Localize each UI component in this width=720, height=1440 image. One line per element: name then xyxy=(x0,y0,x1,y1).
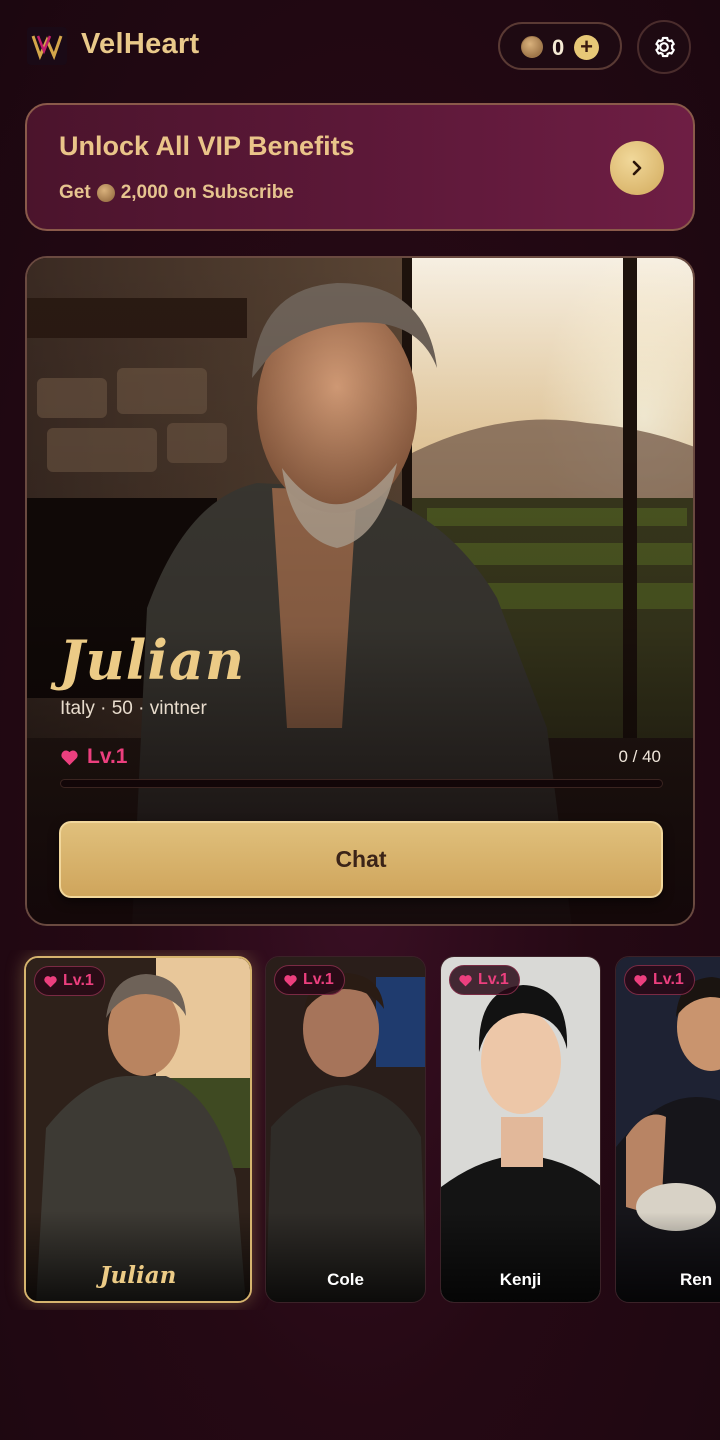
card-level-badge: Lv.1 xyxy=(274,965,345,995)
heart-icon xyxy=(61,750,78,765)
card-name: Kenji xyxy=(499,1270,542,1289)
card-name: Ren xyxy=(680,1270,713,1289)
app-title: VelHeart xyxy=(81,28,200,60)
vip-banner[interactable]: Unlock All VIP Benefits Get 2,000 on Sub… xyxy=(25,103,695,231)
affinity-progress-bar xyxy=(60,779,663,788)
vip-arrow-button[interactable] xyxy=(610,141,664,195)
heart-icon xyxy=(44,975,57,987)
coin-count: 0 xyxy=(552,35,565,60)
character-card-julian[interactable]: Lv.1 Julian xyxy=(24,956,252,1303)
heart-icon xyxy=(284,974,297,986)
hero-level-badge: Lv.1 xyxy=(60,745,127,769)
character-card-kenji[interactable]: Lv.1 Kenji xyxy=(440,956,601,1303)
coin-icon xyxy=(96,184,115,202)
chevron-right-icon xyxy=(632,160,642,176)
app-header: VelHeart 0 + xyxy=(0,0,720,92)
card-level-badge: Lv.1 xyxy=(624,965,695,995)
add-coins-button[interactable]: + xyxy=(574,35,599,60)
card-name: Julian xyxy=(99,1262,177,1289)
card-level-badge: Lv.1 xyxy=(34,966,105,996)
character-carousel[interactable]: Lv.1 Julian Lv.1 Cole Lv.1 Kenji Lv.1 Re… xyxy=(0,950,720,1310)
coin-icon xyxy=(521,36,543,58)
logo-icon xyxy=(27,27,67,65)
gear-icon xyxy=(655,36,675,58)
card-level-badge: Lv.1 xyxy=(449,965,520,995)
vip-sub-amount: 2,000 on Subscribe xyxy=(120,182,294,203)
vip-sub-prefix: Get xyxy=(59,182,91,203)
settings-button[interactable] xyxy=(637,20,691,74)
vip-title: Unlock All VIP Benefits xyxy=(59,131,355,161)
hero-meta: Italy · 50 · vintner xyxy=(60,698,207,719)
card-level-label: Lv.1 xyxy=(63,972,94,989)
character-card-ren[interactable]: Lv.1 Ren xyxy=(615,956,720,1303)
hero-progress-text: 0 / 40 xyxy=(618,747,661,766)
hero-name: Julian xyxy=(59,628,246,692)
hero-character-card[interactable]: Julian Italy · 50 · vintner Lv.1 0 / 40 … xyxy=(25,256,695,926)
heart-icon xyxy=(634,974,647,986)
heart-icon xyxy=(459,974,472,986)
character-card-cole[interactable]: Lv.1 Cole xyxy=(265,956,426,1303)
coin-balance[interactable]: 0 + xyxy=(498,22,622,70)
card-level-label: Lv.1 xyxy=(303,971,334,988)
chat-button[interactable]: Chat xyxy=(59,821,663,898)
vip-subtitle: Get 2,000 on Subscribe xyxy=(59,182,294,204)
hero-level-label: Lv.1 xyxy=(87,745,128,768)
card-name: Cole xyxy=(327,1270,364,1289)
card-level-label: Lv.1 xyxy=(478,971,509,988)
card-level-label: Lv.1 xyxy=(653,971,684,988)
